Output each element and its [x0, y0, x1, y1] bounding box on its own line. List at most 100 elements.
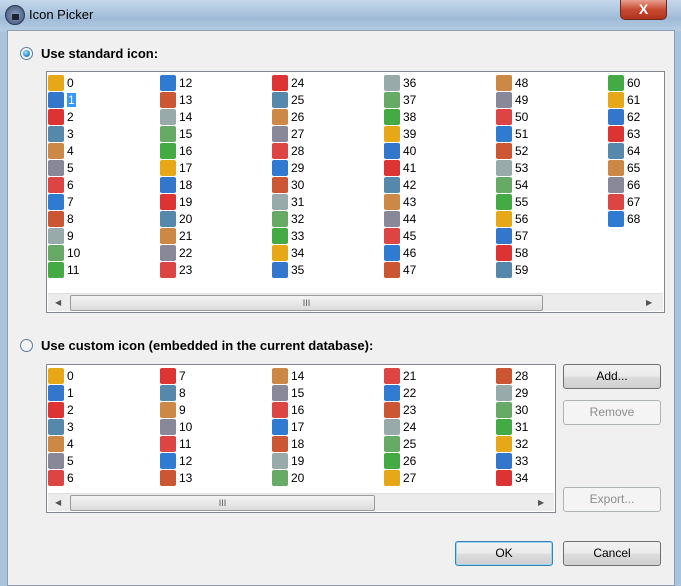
- list-item[interactable]: 17: [160, 159, 192, 176]
- list-item[interactable]: 31: [272, 193, 304, 210]
- list-item[interactable]: 8: [48, 210, 74, 227]
- list-item[interactable]: 7: [48, 193, 74, 210]
- list-item[interactable]: 10: [160, 418, 192, 435]
- list-item[interactable]: 6: [48, 176, 74, 193]
- list-item[interactable]: 22: [160, 244, 192, 261]
- list-item[interactable]: 65: [608, 159, 640, 176]
- list-item[interactable]: 49: [496, 91, 528, 108]
- list-item[interactable]: 63: [608, 125, 640, 142]
- list-item[interactable]: 14: [160, 108, 192, 125]
- list-item[interactable]: 33: [272, 227, 304, 244]
- list-item[interactable]: 46: [384, 244, 416, 261]
- list-item[interactable]: 19: [272, 452, 304, 469]
- list-item[interactable]: 3: [48, 125, 74, 142]
- list-item[interactable]: 40: [384, 142, 416, 159]
- list-item[interactable]: 51: [496, 125, 528, 142]
- list-item[interactable]: 5: [48, 159, 74, 176]
- list-item[interactable]: 30: [496, 401, 528, 418]
- list-item[interactable]: 66: [608, 176, 640, 193]
- list-item[interactable]: 16: [272, 401, 304, 418]
- list-item[interactable]: 27: [384, 469, 416, 486]
- list-item[interactable]: 15: [272, 384, 304, 401]
- list-item[interactable]: 10: [48, 244, 80, 261]
- list-item[interactable]: 9: [160, 401, 186, 418]
- list-item[interactable]: 25: [272, 91, 304, 108]
- list-item[interactable]: 38: [384, 108, 416, 125]
- list-item[interactable]: 48: [496, 74, 528, 91]
- list-item[interactable]: 21: [384, 367, 416, 384]
- list-item[interactable]: 16: [160, 142, 192, 159]
- list-item[interactable]: 2: [48, 108, 74, 125]
- list-item[interactable]: 26: [384, 452, 416, 469]
- list-item[interactable]: 23: [384, 401, 416, 418]
- list-item[interactable]: 28: [272, 142, 304, 159]
- list-item[interactable]: 32: [272, 210, 304, 227]
- scroll-thumb[interactable]: III: [70, 495, 375, 511]
- list-item[interactable]: 50: [496, 108, 528, 125]
- list-item[interactable]: 45: [384, 227, 416, 244]
- list-item[interactable]: 34: [272, 244, 304, 261]
- list-item[interactable]: 7: [160, 367, 186, 384]
- list-item[interactable]: 57: [496, 227, 528, 244]
- list-item[interactable]: 22: [384, 384, 416, 401]
- list-item[interactable]: 27: [272, 125, 304, 142]
- export-button[interactable]: Export...: [563, 487, 661, 512]
- scroll-thumb[interactable]: III: [70, 295, 543, 311]
- list-item[interactable]: 44: [384, 210, 416, 227]
- ok-button[interactable]: OK: [455, 541, 553, 566]
- list-item[interactable]: 37: [384, 91, 416, 108]
- list-item[interactable]: 47: [384, 261, 416, 278]
- list-item[interactable]: 4: [48, 435, 74, 452]
- list-item[interactable]: 24: [272, 74, 304, 91]
- list-item[interactable]: 2: [48, 401, 74, 418]
- list-item[interactable]: 30: [272, 176, 304, 193]
- list-item[interactable]: 25: [384, 435, 416, 452]
- close-button[interactable]: X: [620, 0, 667, 20]
- remove-button[interactable]: Remove: [563, 400, 661, 425]
- list-item[interactable]: 11: [160, 435, 191, 452]
- list-item[interactable]: 12: [160, 452, 192, 469]
- list-item[interactable]: 21: [160, 227, 192, 244]
- radio-unselected-icon[interactable]: [20, 339, 33, 352]
- scroll-right-icon[interactable]: ▶: [646, 298, 652, 307]
- list-item[interactable]: 18: [272, 435, 304, 452]
- list-item[interactable]: 58: [496, 244, 528, 261]
- list-item[interactable]: 26: [272, 108, 304, 125]
- list-item[interactable]: 59: [496, 261, 528, 278]
- list-item[interactable]: 55: [496, 193, 528, 210]
- list-item[interactable]: 9: [48, 227, 74, 244]
- list-item[interactable]: 35: [272, 261, 304, 278]
- list-item[interactable]: 53: [496, 159, 528, 176]
- list-item[interactable]: 54: [496, 176, 528, 193]
- list-item[interactable]: 67: [608, 193, 640, 210]
- list-item[interactable]: 13: [160, 469, 192, 486]
- list-item[interactable]: 29: [496, 384, 528, 401]
- list-item[interactable]: 24: [384, 418, 416, 435]
- list-item[interactable]: 4: [48, 142, 74, 159]
- list-item[interactable]: 15: [160, 125, 192, 142]
- list-item[interactable]: 8: [160, 384, 186, 401]
- cancel-button[interactable]: Cancel: [563, 541, 661, 566]
- list-item[interactable]: 0: [48, 74, 74, 91]
- list-item[interactable]: 12: [160, 74, 192, 91]
- list-item[interactable]: 62: [608, 108, 640, 125]
- list-item[interactable]: 34: [496, 469, 528, 486]
- list-item[interactable]: 11: [48, 261, 79, 278]
- list-item[interactable]: 20: [272, 469, 304, 486]
- list-item[interactable]: 1: [48, 91, 76, 108]
- list-item[interactable]: 23: [160, 261, 192, 278]
- list-item[interactable]: 13: [160, 91, 192, 108]
- radio-selected-icon[interactable]: [20, 47, 33, 60]
- list-item[interactable]: 14: [272, 367, 304, 384]
- list-item[interactable]: 6: [48, 469, 74, 486]
- list-item[interactable]: 56: [496, 210, 528, 227]
- list-item[interactable]: 1: [48, 384, 74, 401]
- list-item[interactable]: 36: [384, 74, 416, 91]
- list-item[interactable]: 17: [272, 418, 304, 435]
- list-item[interactable]: 18: [160, 176, 192, 193]
- scroll-left-icon[interactable]: ◀: [55, 498, 61, 507]
- list-item[interactable]: 52: [496, 142, 528, 159]
- list-item[interactable]: 31: [496, 418, 528, 435]
- list-item[interactable]: 5: [48, 452, 74, 469]
- list-item[interactable]: 42: [384, 176, 416, 193]
